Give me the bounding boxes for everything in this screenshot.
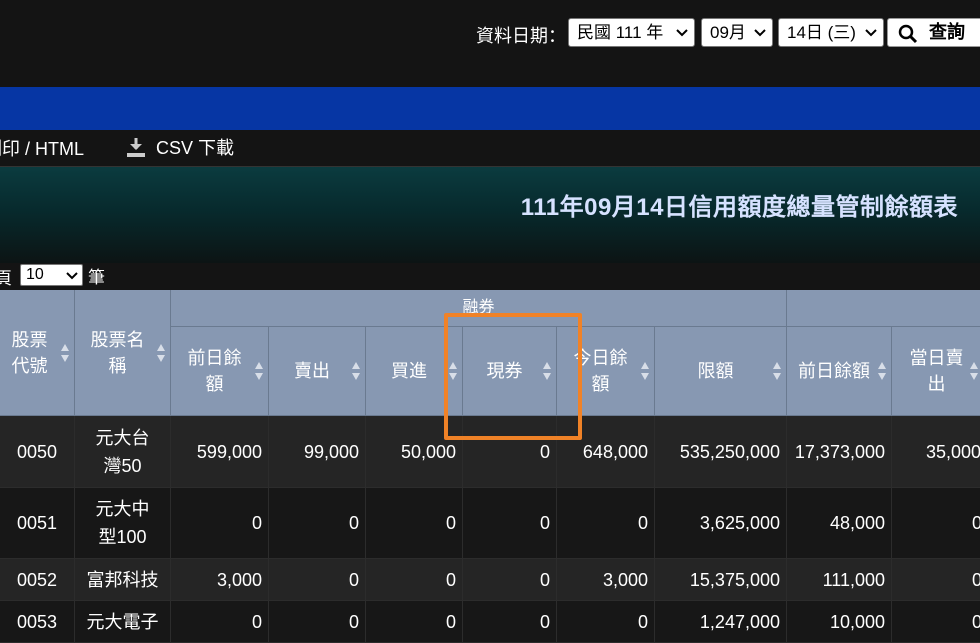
year-select-value: 民國 111 年 xyxy=(577,23,664,42)
cell-name: 元大中型100 xyxy=(75,488,171,559)
cell-prev-balance: 599,000 xyxy=(171,416,269,488)
cell-buy: 0 xyxy=(366,601,463,643)
download-icon xyxy=(127,138,145,157)
report-title: 111年09月14日信用額度總量管制餘額表 xyxy=(520,194,958,221)
top-bar: 資料日期： 民國 111 年 09月 14日 (三) 查詢 xyxy=(0,0,980,87)
sort-icon xyxy=(641,362,649,380)
cell-code: 0050 xyxy=(0,416,75,488)
col-header-sell[interactable]: 賣出 xyxy=(269,327,366,416)
cell-sell: 0 xyxy=(269,488,366,559)
col-header-code[interactable]: 股票代號 xyxy=(0,290,75,416)
query-button[interactable]: 查詢 xyxy=(887,18,980,47)
cell-buy: 0 xyxy=(366,488,463,559)
cell-name: 元大台灣50 xyxy=(75,416,171,488)
query-button-label: 查詢 xyxy=(929,22,965,42)
cell-limit: 535,250,000 xyxy=(655,416,787,488)
col-header-prev-balance-label: 前日餘額 xyxy=(187,348,242,394)
sort-icon xyxy=(255,362,263,380)
cell-name: 元大電子 xyxy=(75,601,171,643)
cell-prev-balance-2: 17,373,000 xyxy=(787,416,892,488)
page-size-prefix: 頁 xyxy=(0,269,12,288)
sort-icon xyxy=(352,362,360,380)
group-header-second xyxy=(787,290,980,327)
cell-spot: 0 xyxy=(463,601,557,643)
cell-code: 0051 xyxy=(0,488,75,559)
col-header-code-label: 股票代號 xyxy=(11,329,48,376)
cell-sell: 99,000 xyxy=(269,416,366,488)
page-size-suffix: 筆 xyxy=(88,268,105,287)
highlight-box xyxy=(444,313,582,440)
col-header-name[interactable]: 股票名稱 xyxy=(75,290,171,416)
page-size-select[interactable]: 10 xyxy=(20,264,83,286)
cell-day-sell: 0 xyxy=(892,559,980,601)
search-icon xyxy=(898,24,918,44)
cell-prev-balance: 3,000 xyxy=(171,559,269,601)
cell-sell: 0 xyxy=(269,601,366,643)
report-banner: 111年09月14日信用額度總量管制餘額表 xyxy=(0,167,980,263)
day-select[interactable]: 14日 (三) xyxy=(778,18,884,47)
chevron-down-icon xyxy=(676,29,688,37)
sort-icon xyxy=(157,343,165,362)
cell-spot: 0 xyxy=(463,559,557,601)
cell-limit: 15,375,000 xyxy=(655,559,787,601)
sort-icon xyxy=(970,362,978,380)
chevron-down-icon xyxy=(754,29,766,37)
cell-prev-balance-2: 111,000 xyxy=(787,559,892,601)
cell-prev-balance-2: 10,000 xyxy=(787,601,892,643)
cell-spot: 0 xyxy=(463,488,557,559)
month-select[interactable]: 09月 xyxy=(701,18,773,47)
sort-icon xyxy=(61,343,69,362)
month-select-value: 09月 xyxy=(710,23,746,42)
cell-prev-balance-2: 48,000 xyxy=(787,488,892,559)
cell-prev-balance: 0 xyxy=(171,488,269,559)
print-html-link[interactable]: 列印 / HTML xyxy=(0,135,84,161)
csv-download-link[interactable]: CSV 下載 xyxy=(126,134,234,160)
day-select-value: 14日 (三) xyxy=(787,23,856,42)
col-header-limit-label: 限額 xyxy=(697,361,734,381)
col-header-day-sell[interactable]: 當日賣出 xyxy=(892,327,980,416)
col-header-prev-balance[interactable]: 前日餘額 xyxy=(171,327,269,416)
col-header-prev-balance-2[interactable]: 前日餘額 xyxy=(787,327,892,416)
cell-sell: 0 xyxy=(269,559,366,601)
cell-today-balance: 0 xyxy=(557,601,655,643)
cell-today-balance: 3,000 xyxy=(557,559,655,601)
cell-code: 0052 xyxy=(0,559,75,601)
chevron-down-icon xyxy=(66,272,78,280)
sort-icon xyxy=(878,362,886,380)
cell-buy: 0 xyxy=(366,559,463,601)
col-header-limit[interactable]: 限額 xyxy=(655,327,787,416)
col-header-sell-label: 賣出 xyxy=(294,361,330,381)
print-html-label: 列印 / HTML xyxy=(0,139,85,159)
cell-prev-balance: 0 xyxy=(171,601,269,643)
cell-limit: 3,625,000 xyxy=(655,488,787,559)
sort-icon xyxy=(773,362,781,380)
col-header-prev-balance-2-label: 前日餘額 xyxy=(798,361,870,381)
col-header-buy-label: 買進 xyxy=(391,361,427,381)
col-header-name-label: 股票名稱 xyxy=(90,329,145,376)
cell-name: 富邦科技 xyxy=(75,559,171,601)
cell-day-sell: 35,000 xyxy=(892,416,980,488)
page-size-value: 10 xyxy=(26,266,44,283)
toolbar: 列印 / HTML CSV 下載 xyxy=(0,130,980,167)
cell-day-sell: 0 xyxy=(892,601,980,643)
cell-code: 0053 xyxy=(0,601,75,643)
cell-day-sell: 0 xyxy=(892,488,980,559)
chevron-down-icon xyxy=(865,29,877,37)
csv-download-label: CSV 下載 xyxy=(156,138,235,158)
cell-limit: 1,247,000 xyxy=(655,601,787,643)
nav-bar xyxy=(0,87,980,130)
cell-today-balance: 0 xyxy=(557,488,655,559)
date-label: 資料日期： xyxy=(476,26,566,46)
year-select[interactable]: 民國 111 年 xyxy=(568,18,695,47)
